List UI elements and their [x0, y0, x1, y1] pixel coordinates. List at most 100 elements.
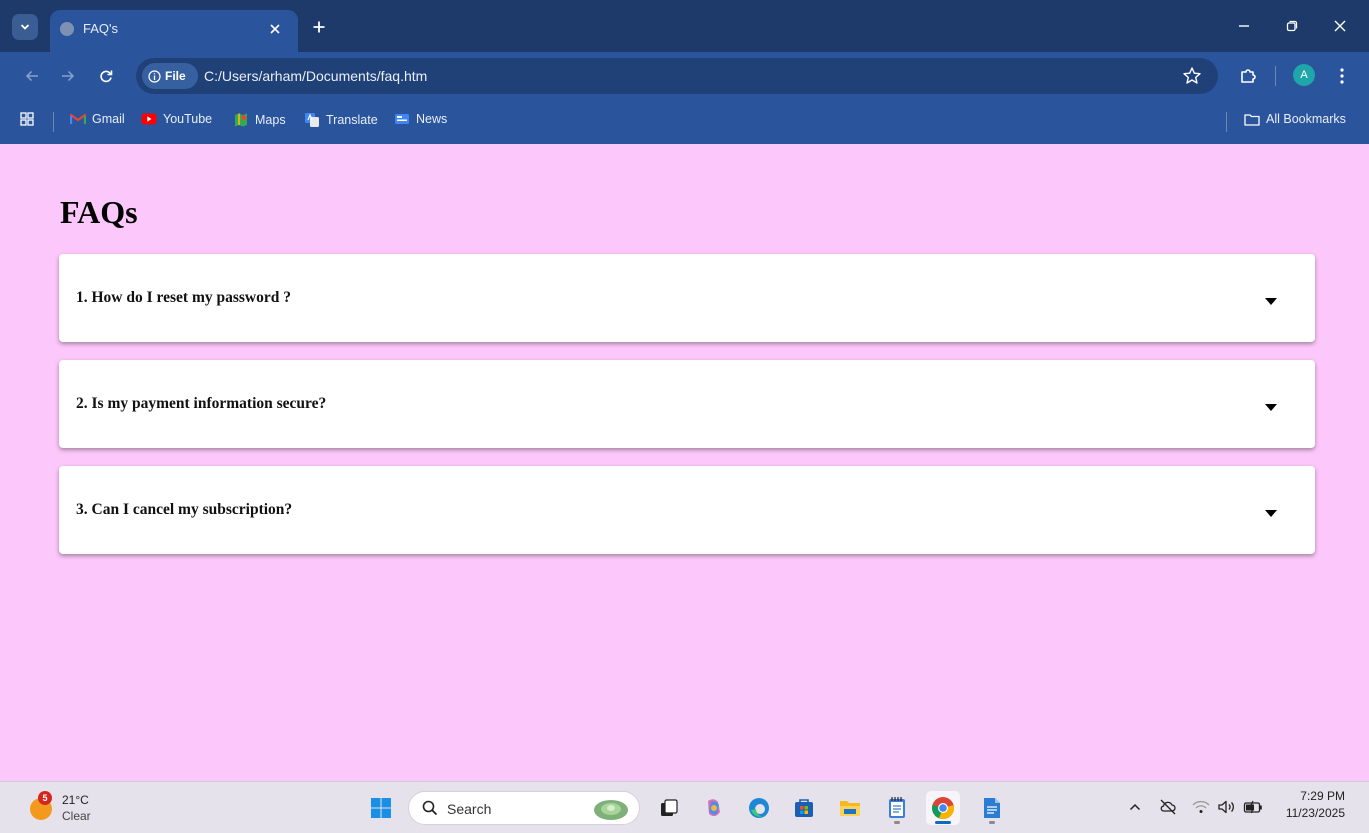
bookmark-label: Translate	[326, 113, 378, 127]
extensions-button[interactable]	[1236, 64, 1260, 88]
running-indicator	[989, 821, 995, 824]
edge-button[interactable]	[742, 791, 776, 825]
bookmarks-bar: Gmail YouTube Maps Translate News All Bo…	[0, 100, 1369, 144]
tab-title: FAQ's	[83, 21, 118, 36]
arrow-left-icon	[25, 70, 38, 82]
battery-button[interactable]	[1242, 796, 1264, 818]
notepad-button[interactable]	[880, 791, 914, 825]
reload-button[interactable]	[94, 64, 118, 88]
forward-button[interactable]	[56, 64, 80, 88]
faq-item[interactable]: 1. How do I reset my password ?	[59, 254, 1315, 342]
gmail-icon	[70, 113, 86, 124]
wifi-icon	[1192, 800, 1210, 813]
copilot-icon	[708, 799, 720, 817]
close-icon	[270, 24, 280, 34]
start-button[interactable]	[364, 791, 398, 825]
show-hidden-icons-button[interactable]	[1124, 796, 1146, 818]
clock-date[interactable]: 11/23/2025	[1286, 806, 1345, 820]
url-text[interactable]: C:/Users/arham/Documents/faq.htm	[204, 68, 427, 84]
minimize-icon	[1239, 25, 1249, 27]
search-label: Search	[447, 801, 492, 817]
document-icon	[984, 798, 1000, 818]
bookmarks-divider	[1226, 112, 1227, 132]
caret-down-icon[interactable]	[1265, 510, 1277, 517]
toolbar-divider	[1275, 66, 1276, 86]
chevron-down-icon	[20, 24, 30, 30]
faq-question: 1. How do I reset my password ?	[76, 289, 291, 306]
plus-icon	[313, 21, 325, 33]
task-view-icon	[661, 799, 678, 816]
store-icon	[795, 799, 813, 817]
cloud-off-icon	[1160, 799, 1176, 815]
caret-down-icon[interactable]	[1265, 298, 1277, 305]
file-explorer-button[interactable]	[833, 791, 867, 825]
bookmark-label: YouTube	[163, 112, 213, 126]
taskbar: 5 21°C Clear Search 7:29 PM 11/23/2025	[0, 781, 1369, 833]
browser-toolbar: File C:/Users/arham/Documents/faq.htm	[0, 52, 1369, 100]
restore-button[interactable]	[1272, 12, 1312, 40]
site-info-chip[interactable]: File	[142, 63, 198, 89]
volume-button[interactable]	[1216, 796, 1238, 818]
faq-item[interactable]: 2. Is my payment information secure?	[59, 360, 1315, 448]
taskbar-search[interactable]: Search	[408, 791, 640, 825]
notepad-icon	[889, 797, 905, 818]
apps-button[interactable]	[20, 112, 34, 126]
address-bar[interactable]: File C:/Users/arham/Documents/faq.htm	[136, 58, 1218, 94]
faq-list: 1. How do I reset my password ? 2. Is my…	[59, 254, 1315, 572]
speaker-icon	[1218, 800, 1234, 814]
site-chip-label: File	[165, 69, 186, 83]
faq-question: 2. Is my payment information secure?	[76, 395, 327, 412]
reload-icon	[100, 70, 113, 83]
task-view-button[interactable]	[652, 791, 686, 825]
caret-down-icon[interactable]	[1265, 404, 1277, 411]
bookmark-maps[interactable]: Maps	[233, 112, 286, 128]
copilot-button[interactable]	[697, 791, 731, 825]
bookmark-youtube[interactable]: YouTube	[141, 112, 212, 126]
document-app-button[interactable]	[975, 791, 1009, 825]
tab-bar: FAQ's	[0, 0, 1369, 52]
weather-badge: 5	[38, 791, 52, 805]
restore-icon	[1286, 20, 1298, 32]
store-button[interactable]	[787, 791, 821, 825]
bookmark-label: Maps	[255, 113, 286, 127]
cloud-offline-button[interactable]	[1157, 796, 1179, 818]
bookmark-label: News	[416, 112, 448, 126]
news-icon	[395, 114, 409, 124]
chrome-button[interactable]	[926, 791, 960, 825]
more-vertical-icon	[1340, 68, 1344, 84]
maps-icon	[235, 113, 247, 127]
bookmark-gmail[interactable]: Gmail	[70, 112, 125, 126]
clock-time[interactable]: 7:29 PM	[1300, 789, 1345, 803]
running-indicator	[894, 821, 900, 824]
new-tab-button[interactable]	[306, 14, 332, 40]
bookmark-translate[interactable]: Translate	[304, 112, 378, 128]
close-window-button[interactable]	[1320, 12, 1360, 40]
browser-menu-button[interactable]	[1330, 64, 1354, 88]
page-title: FAQs	[60, 194, 138, 230]
close-icon	[1334, 20, 1346, 32]
puzzle-icon	[1241, 69, 1256, 83]
weather-condition: Clear	[62, 809, 91, 823]
tab-search-button[interactable]	[12, 14, 38, 40]
wifi-button[interactable]	[1190, 796, 1212, 818]
running-indicator	[935, 821, 951, 824]
back-button[interactable]	[20, 64, 44, 88]
all-bookmarks-button[interactable]: All Bookmarks	[1244, 112, 1346, 126]
edge-icon	[749, 798, 769, 818]
folder-icon	[840, 801, 860, 816]
chevron-up-icon	[1129, 803, 1141, 811]
active-tab[interactable]: FAQ's	[50, 10, 298, 52]
weather-widget[interactable]: 5 21°C Clear	[28, 790, 108, 826]
battery-charging-icon	[1243, 800, 1262, 814]
arrow-right-icon	[62, 70, 75, 82]
profile-avatar[interactable]: A	[1293, 64, 1315, 86]
succulent-icon	[594, 800, 628, 820]
globe-icon	[60, 22, 74, 36]
star-icon[interactable]	[1182, 66, 1202, 86]
tab-close-button[interactable]	[264, 18, 286, 40]
folder-icon	[1244, 113, 1260, 126]
bookmark-label: Gmail	[92, 112, 125, 126]
faq-item[interactable]: 3. Can I cancel my subscription?	[59, 466, 1315, 554]
minimize-button[interactable]	[1224, 12, 1264, 40]
bookmark-news[interactable]: News	[394, 112, 447, 126]
